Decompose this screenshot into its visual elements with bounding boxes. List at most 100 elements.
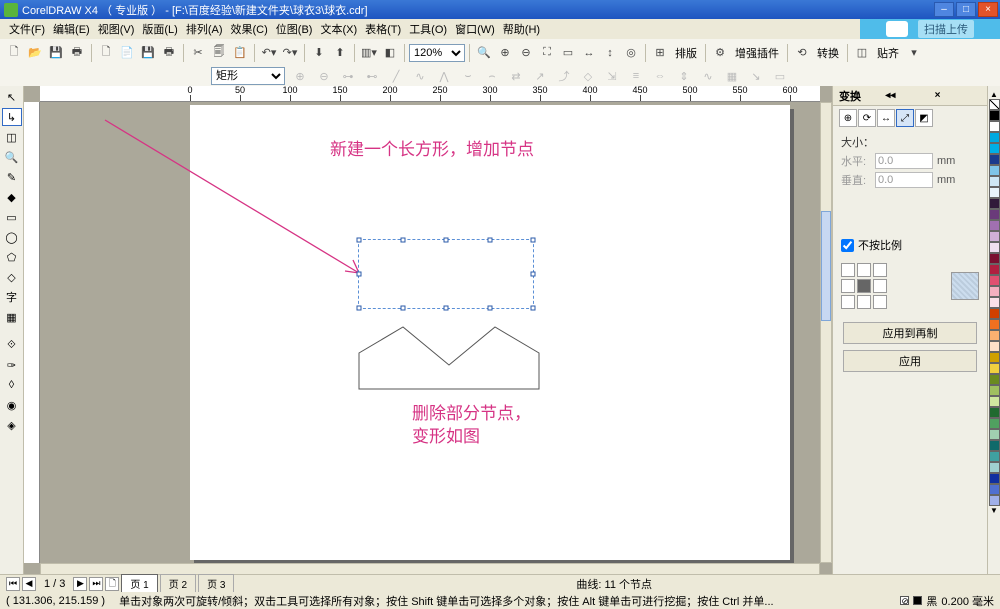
swatch[interactable] [989, 440, 1000, 451]
menu-bitmap[interactable]: 位图(B) [273, 20, 316, 38]
swatch[interactable] [989, 231, 1000, 242]
shape-select[interactable]: 矩形 [211, 67, 285, 85]
extend-icon[interactable]: ↗ [531, 68, 549, 84]
position-tab[interactable]: ⊕ [839, 109, 857, 127]
copy-icon[interactable]: 🗐 [209, 43, 229, 63]
convert-icon[interactable]: ⟲ [792, 43, 812, 63]
template-icon[interactable]: 📄 [117, 43, 137, 63]
menu-text[interactable]: 文本(X) [317, 20, 360, 38]
swatch[interactable] [989, 495, 1000, 506]
zoom-fit-icon[interactable]: ⛶ [537, 43, 557, 63]
swatch[interactable] [989, 209, 1000, 220]
close-path-icon[interactable]: ◇ [579, 68, 597, 84]
blend-tool[interactable]: ⟐ [2, 336, 22, 354]
upload-label[interactable]: 扫描上传 [918, 20, 974, 38]
options-icon[interactable]: ▾ [904, 43, 924, 63]
convert-label[interactable]: 转换 [813, 45, 843, 61]
swatch[interactable] [989, 363, 1000, 374]
ellipse-tool[interactable]: ◯ [2, 228, 22, 246]
zoom-width-icon[interactable]: ↔ [579, 43, 599, 63]
text-tool[interactable]: 字 [2, 288, 22, 306]
swatch[interactable] [989, 330, 1000, 341]
ruler-vertical[interactable] [24, 102, 40, 563]
swatch[interactable] [989, 319, 1000, 330]
minimize-button[interactable]: – [934, 2, 954, 17]
palette-up-icon[interactable]: ▲ [988, 90, 1000, 99]
swatch[interactable] [989, 264, 1000, 275]
stretch-icon[interactable]: ⇲ [603, 68, 621, 84]
menu-file[interactable]: 文件(F) [6, 20, 48, 38]
reverse-icon[interactable]: ⇄ [507, 68, 525, 84]
plugin-label[interactable]: 增强插件 [731, 45, 783, 61]
camera-icon[interactable] [886, 21, 908, 37]
table-tool[interactable]: ▦ [2, 308, 22, 326]
swatch[interactable] [989, 484, 1000, 495]
swatch-none[interactable] [989, 99, 1000, 110]
break-node-icon[interactable]: ⊷ [363, 68, 381, 84]
swatch[interactable] [989, 385, 1000, 396]
swatch[interactable] [989, 407, 1000, 418]
v-input[interactable] [875, 172, 933, 188]
zoom-select[interactable]: 120% [409, 44, 465, 62]
swatch[interactable] [989, 297, 1000, 308]
snapto-icon[interactable]: ◫ [852, 43, 872, 63]
print-icon[interactable]: 🖶 [67, 43, 87, 63]
snap-label[interactable]: 贴齐 [873, 45, 903, 61]
add-node-icon[interactable]: ⊕ [291, 68, 309, 84]
bbox-icon[interactable]: ▭ [771, 68, 789, 84]
skew-tab[interactable]: ◩ [915, 109, 933, 127]
docker-close-icon[interactable]: × [932, 90, 981, 101]
menu-tools[interactable]: 工具(O) [406, 20, 450, 38]
swatch[interactable] [989, 341, 1000, 352]
menu-window[interactable]: 窗口(W) [452, 20, 498, 38]
print-preview-icon[interactable]: 🖶 [159, 43, 179, 63]
cut-icon[interactable]: ✂ [188, 43, 208, 63]
swatch[interactable] [989, 176, 1000, 187]
vertical-scrollbar[interactable] [820, 102, 832, 563]
layout-label[interactable]: 排版 [671, 45, 701, 61]
zoom-page-icon[interactable]: ▭ [558, 43, 578, 63]
size-tab[interactable]: ⤢ [896, 109, 914, 127]
swatch[interactable] [989, 473, 1000, 484]
fill-none-icon[interactable]: ⊘ [900, 596, 909, 605]
new-doc-icon[interactable]: 🗋 [96, 43, 116, 63]
page-tab-2[interactable]: 页 2 [160, 574, 196, 593]
pick-tool[interactable]: ↖ [2, 88, 22, 106]
undo-icon[interactable]: ↶▾ [259, 43, 279, 63]
menu-view[interactable]: 视图(V) [95, 20, 138, 38]
crop-tool[interactable]: ◫ [2, 128, 22, 146]
swatch[interactable] [989, 220, 1000, 231]
zoom-height-icon[interactable]: ↕ [600, 43, 620, 63]
redo-icon[interactable]: ↷▾ [280, 43, 300, 63]
ruler-horizontal[interactable]: 050100150200250300350400450500550600 [40, 86, 820, 102]
line-icon[interactable]: ╱ [387, 68, 405, 84]
swatch[interactable] [989, 418, 1000, 429]
elastic-icon[interactable]: ∿ [699, 68, 717, 84]
page-tab-1[interactable]: 页 1 [121, 574, 157, 593]
zoom-tool[interactable]: 🔍 [2, 148, 22, 166]
swatch[interactable] [989, 121, 1000, 132]
eyedropper-tool[interactable]: ✑ [2, 356, 22, 374]
outline-tool[interactable]: ◊ [2, 376, 22, 394]
first-page-icon[interactable]: ⏮ [6, 577, 20, 591]
rectangle-tool[interactable]: ▭ [2, 208, 22, 226]
swatch[interactable] [989, 242, 1000, 253]
swatch[interactable] [989, 198, 1000, 209]
extract-icon[interactable]: ⤴ [555, 68, 573, 84]
scale-tab[interactable]: ↔ [877, 109, 895, 127]
fill-tool[interactable]: ◉ [2, 396, 22, 414]
save-as-icon[interactable]: 💾 [138, 43, 158, 63]
reduce-icon[interactable]: ↘ [747, 68, 765, 84]
export-icon[interactable]: ⬆ [330, 43, 350, 63]
swatch[interactable] [989, 253, 1000, 264]
swatch[interactable] [989, 110, 1000, 121]
freehand-tool[interactable]: ✎ [2, 168, 22, 186]
smooth-icon[interactable]: ⌣ [459, 68, 477, 84]
apply-duplicate-button[interactable]: 应用到再制 [843, 322, 977, 344]
add-page-icon[interactable]: 🗋 [105, 577, 119, 591]
palette-down-icon[interactable]: ▼ [988, 506, 1000, 515]
swatch[interactable] [989, 374, 1000, 385]
reflect-h-icon[interactable]: ⇔ [651, 68, 669, 84]
reflect-v-icon[interactable]: ⇕ [675, 68, 693, 84]
last-page-icon[interactable]: ⏭ [89, 577, 103, 591]
